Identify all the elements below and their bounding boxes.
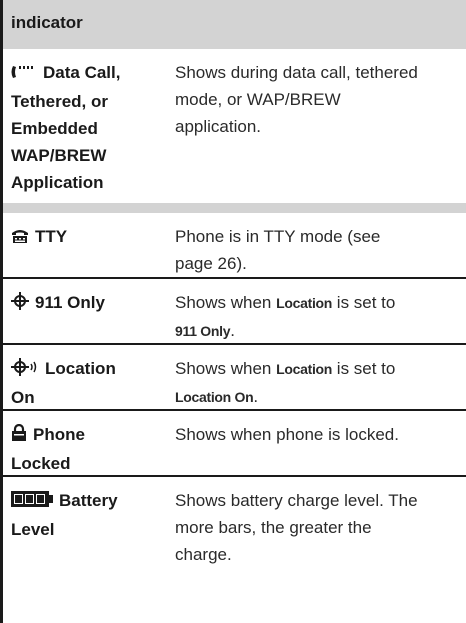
data-call-icon: [11, 61, 37, 88]
row-divider: [0, 203, 466, 213]
indicator-description: Shows battery charge level. The more bar…: [175, 491, 418, 564]
indicator-name: Battery Level: [11, 489, 118, 539]
table-row-location-on: Location On Shows when Location is set t…: [0, 345, 466, 409]
table-row-data-call: Data Call, Tethered, or Embedded WAP/BRE…: [0, 49, 466, 203]
lock-icon: [11, 423, 27, 450]
indicator-description: Shows when Location is set to Location O…: [175, 359, 396, 406]
table-row-battery-level: Battery Level Shows battery charge level…: [0, 477, 466, 623]
indicator-name: Location On: [11, 357, 116, 407]
indicator-name: Data Call, Tethered, or Embedded WAP/BRE…: [11, 61, 121, 192]
table-row-tty: TTY Phone is in TTY mode (see page 26).: [0, 213, 466, 277]
table-header: indicator: [0, 0, 466, 49]
location-911-icon: [11, 291, 29, 318]
table-left-border: [0, 0, 3, 623]
indicator-table: indicator Data Call, Tethered, or Embedd…: [0, 0, 466, 623]
indicator-name: TTY: [11, 223, 156, 252]
battery-icon: [11, 489, 53, 516]
indicator-description: Shows during data call, tethered mode, o…: [175, 63, 418, 136]
indicator-name: 911 Only: [11, 289, 156, 318]
header-label: indicator: [11, 13, 83, 32]
location-on-icon: [11, 357, 39, 384]
table-row-911-only: 911 Only Shows when Location is set to 9…: [0, 279, 466, 343]
table-row-phone-locked: Phone Locked Shows when phone is locked.: [0, 411, 466, 475]
indicator-description: Phone is in TTY mode (see page 26).: [175, 227, 381, 273]
tty-icon: [11, 225, 29, 252]
indicator-description: Shows when phone is locked.: [175, 425, 399, 444]
indicator-name: Phone Locked: [11, 423, 85, 473]
indicator-description: Shows when Location is set to 911 Only.: [175, 293, 396, 340]
